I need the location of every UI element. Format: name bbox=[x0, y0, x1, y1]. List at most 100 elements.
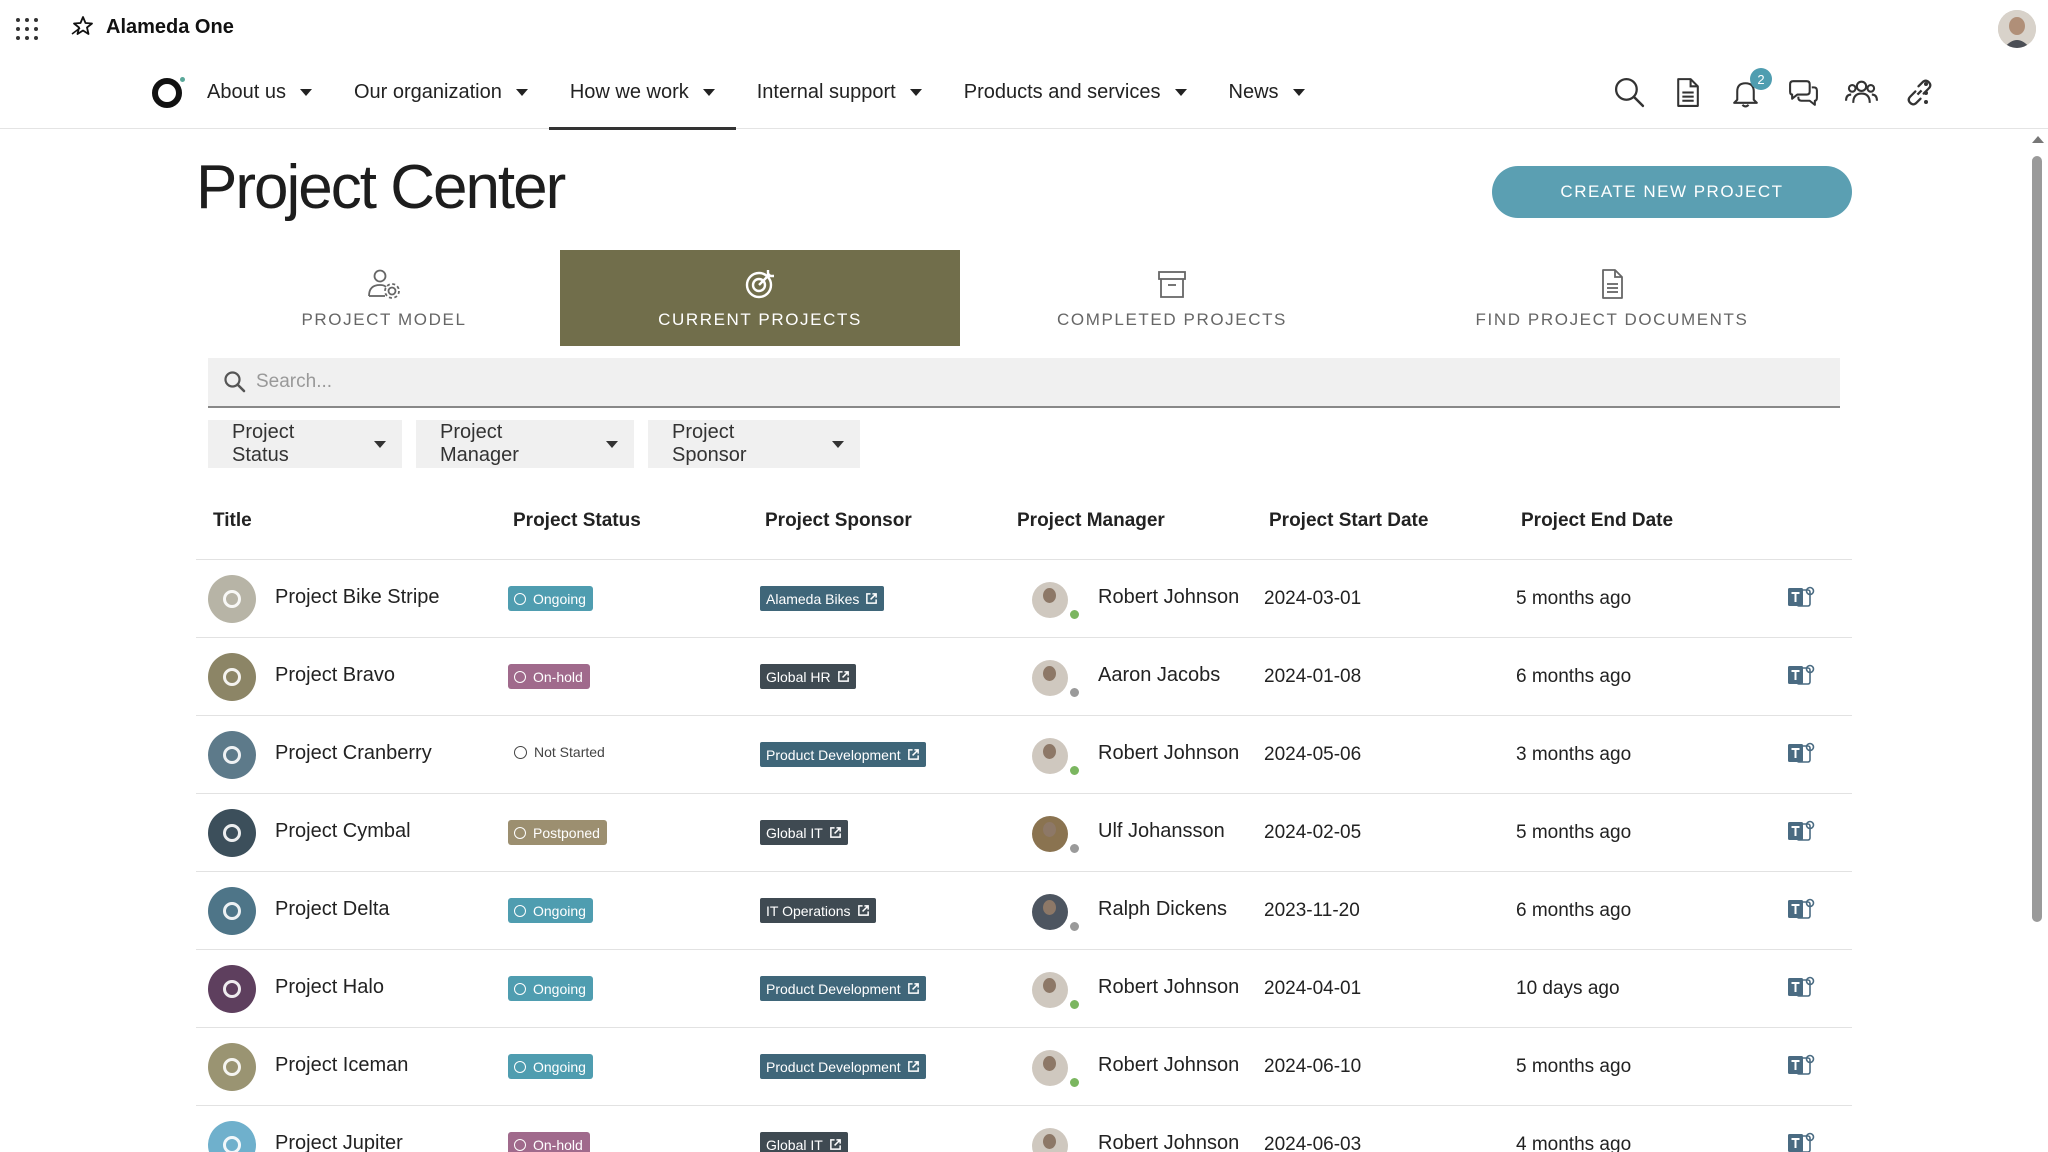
table-row[interactable]: Project Cymbal Postponed Global IT Ulf J… bbox=[196, 794, 1852, 872]
sponsor-link[interactable]: Product Development bbox=[760, 1054, 926, 1079]
column-header-title[interactable]: Title bbox=[213, 510, 252, 532]
status-badge: On-hold bbox=[508, 664, 590, 689]
tab-find-project-documents[interactable]: FIND PROJECT DOCUMENTS bbox=[1384, 250, 1840, 346]
tab-current-projects[interactable]: CURRENT PROJECTS bbox=[560, 250, 960, 346]
teams-icon[interactable] bbox=[1786, 584, 1816, 612]
status-icon bbox=[514, 826, 526, 839]
tab-project-model[interactable]: PROJECT MODEL bbox=[208, 250, 560, 346]
table-row[interactable]: Project Jupiter On-hold Global IT Robert… bbox=[196, 1106, 1852, 1152]
project-avatar-icon bbox=[208, 575, 256, 623]
tab-label: COMPLETED PROJECTS bbox=[1057, 310, 1287, 329]
tab-completed-projects[interactable]: COMPLETED PROJECTS bbox=[960, 250, 1384, 346]
project-title-link[interactable]: Project Cranberry bbox=[275, 742, 432, 765]
table-row[interactable]: Project Iceman Ongoing Product Developme… bbox=[196, 1028, 1852, 1106]
home-logo-icon[interactable] bbox=[152, 77, 185, 108]
project-title-link[interactable]: Project Iceman bbox=[275, 1054, 408, 1077]
end-date: 10 days ago bbox=[1516, 978, 1620, 999]
brand[interactable]: Alameda One bbox=[70, 14, 234, 40]
sponsor-link[interactable]: Product Development bbox=[760, 976, 926, 1001]
scroll-up-arrow-icon[interactable] bbox=[2032, 136, 2044, 143]
table-row[interactable]: Project Cranberry Not Started Product De… bbox=[196, 716, 1852, 794]
teams-icon[interactable] bbox=[1786, 1052, 1816, 1080]
notification-bell-icon[interactable]: 2 bbox=[1729, 68, 1772, 109]
sponsor-link[interactable]: Global HR bbox=[760, 664, 856, 689]
sponsor-link[interactable]: Global IT bbox=[760, 820, 848, 845]
sponsor-link[interactable]: IT Operations bbox=[760, 898, 876, 923]
teams-icon[interactable] bbox=[1786, 818, 1816, 846]
teams-icon[interactable] bbox=[1786, 1130, 1816, 1152]
search-icon[interactable] bbox=[1613, 76, 1646, 109]
sponsor-link[interactable]: Alameda Bikes bbox=[760, 586, 885, 611]
manager-avatar[interactable] bbox=[1032, 660, 1068, 696]
manager-avatar[interactable] bbox=[1032, 816, 1068, 852]
manager-avatar[interactable] bbox=[1032, 1050, 1068, 1086]
teams-icon[interactable] bbox=[1786, 974, 1816, 1002]
project-sponsor-filter[interactable]: Project Sponsor bbox=[648, 420, 860, 468]
project-title-link[interactable]: Project Bike Stripe bbox=[275, 586, 440, 609]
nav-item-internal-support[interactable]: Internal support bbox=[736, 56, 943, 129]
presence-offline-icon bbox=[1068, 686, 1081, 699]
nav-item-how-we-work[interactable]: How we work bbox=[548, 56, 736, 130]
column-header-start-date[interactable]: Project Start Date bbox=[1269, 510, 1428, 532]
table-row[interactable]: Project Halo Ongoing Product Development… bbox=[196, 950, 1852, 1028]
sponsor-link[interactable]: Product Development bbox=[760, 742, 926, 767]
status-label: Postponed bbox=[533, 824, 600, 841]
manager-avatar[interactable] bbox=[1032, 1128, 1068, 1152]
app-launcher-icon[interactable] bbox=[16, 18, 38, 40]
teams-icon[interactable] bbox=[1786, 896, 1816, 924]
nav-label: Our organization bbox=[353, 81, 502, 103]
status-icon bbox=[514, 745, 527, 759]
more-options-icon[interactable] bbox=[1924, 82, 1930, 104]
page-scrollbar[interactable] bbox=[2026, 130, 2048, 1152]
column-header-end-date[interactable]: Project End Date bbox=[1521, 510, 1673, 532]
user-avatar[interactable] bbox=[1998, 10, 2036, 48]
table-row[interactable]: Project Bike Stripe Ongoing Alameda Bike… bbox=[196, 560, 1852, 638]
sponsor-label: Product Development bbox=[766, 746, 901, 763]
external-link-icon bbox=[829, 1139, 841, 1150]
teams-icon[interactable] bbox=[1786, 662, 1816, 690]
status-badge: Ongoing bbox=[508, 898, 593, 923]
filter-bar: Project Status Project Manager Project S… bbox=[208, 420, 860, 468]
filter-label: Project Manager bbox=[440, 421, 519, 466]
table-row[interactable]: Project Delta Ongoing IT Operations Ralp… bbox=[196, 872, 1852, 950]
project-title-link[interactable]: Project Jupiter bbox=[275, 1132, 403, 1152]
project-manager-filter[interactable]: Project Manager bbox=[416, 420, 634, 468]
nav-item-our-organization[interactable]: Our organization bbox=[333, 56, 549, 129]
document-icon[interactable] bbox=[1671, 76, 1704, 109]
people-group-icon[interactable] bbox=[1845, 76, 1878, 109]
create-new-project-button[interactable]: CREATE NEW PROJECT bbox=[1492, 166, 1852, 218]
filter-label: Project Sponsor bbox=[672, 421, 747, 466]
table-row[interactable]: Project Bravo On-hold Global HR Aaron Ja… bbox=[196, 638, 1852, 716]
search-input[interactable] bbox=[256, 371, 1756, 393]
teams-icon[interactable] bbox=[1786, 740, 1816, 768]
manager-name: Robert Johnson bbox=[1098, 742, 1240, 764]
manager-avatar[interactable] bbox=[1032, 894, 1068, 930]
chevron-down-icon bbox=[1292, 89, 1305, 96]
manager-avatar[interactable] bbox=[1032, 972, 1068, 1008]
column-header-manager[interactable]: Project Manager bbox=[1017, 510, 1165, 532]
presence-offline-icon bbox=[1068, 842, 1081, 855]
project-title-link[interactable]: Project Delta bbox=[275, 898, 390, 921]
manager-name: Ulf Johansson bbox=[1098, 820, 1225, 842]
project-title-link[interactable]: Project Cymbal bbox=[275, 820, 411, 843]
search-bar bbox=[208, 358, 1840, 408]
chat-bubbles-icon[interactable] bbox=[1787, 76, 1820, 109]
sponsor-link[interactable]: Global IT bbox=[760, 1132, 848, 1152]
project-status-filter[interactable]: Project Status bbox=[208, 420, 402, 468]
start-date: 2024-02-05 bbox=[1264, 822, 1362, 843]
archive-box-icon bbox=[1158, 271, 1186, 298]
status-label: Ongoing bbox=[533, 1058, 586, 1075]
scroll-thumb[interactable] bbox=[2032, 156, 2042, 922]
chevron-down-icon bbox=[299, 89, 312, 96]
status-label: Ongoing bbox=[533, 590, 586, 607]
column-header-sponsor[interactable]: Project Sponsor bbox=[765, 510, 912, 532]
project-title-link[interactable]: Project Halo bbox=[275, 976, 384, 999]
manager-avatar[interactable] bbox=[1032, 582, 1068, 618]
link-icon[interactable] bbox=[1903, 76, 1936, 109]
nav-item-news[interactable]: News bbox=[1208, 56, 1326, 129]
column-header-status[interactable]: Project Status bbox=[513, 510, 641, 532]
project-title-link[interactable]: Project Bravo bbox=[275, 664, 395, 687]
nav-item-about-us[interactable]: About us bbox=[207, 56, 333, 129]
nav-item-products-and-services[interactable]: Products and services bbox=[943, 56, 1208, 129]
manager-avatar[interactable] bbox=[1032, 738, 1068, 774]
